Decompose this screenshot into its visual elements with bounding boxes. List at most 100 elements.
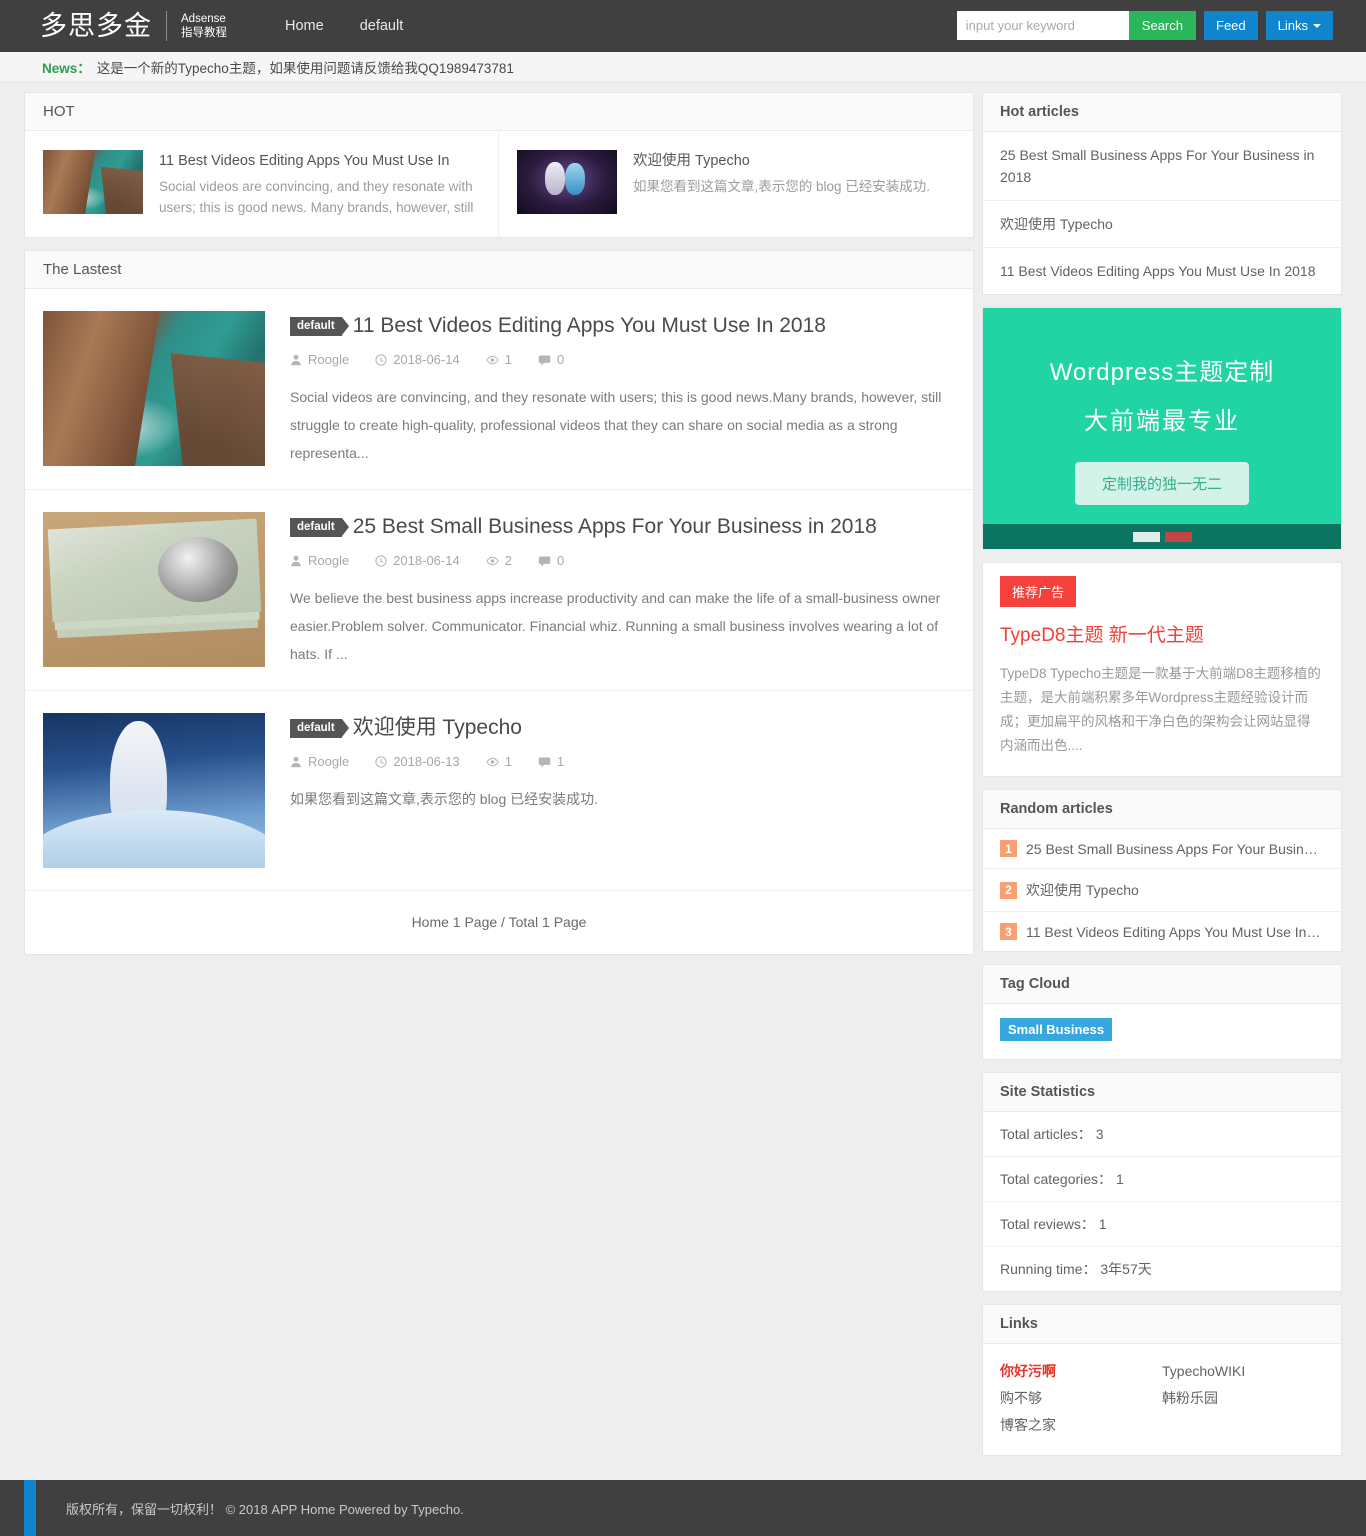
tag-cloud-body: Small Business: [983, 1004, 1341, 1059]
rank-number: 3: [1000, 923, 1017, 940]
feed-button[interactable]: Feed: [1204, 11, 1258, 40]
hot-article-link[interactable]: 25 Best Small Business Apps For Your Bus…: [983, 132, 1341, 201]
post-thumbnail[interactable]: [43, 512, 265, 667]
brand[interactable]: 多思多金 Adsense 指导教程: [40, 11, 227, 41]
search-button[interactable]: Search: [1128, 11, 1196, 40]
hot-item[interactable]: 欢迎使用 Typecho 如果您看到这篇文章,表示您的 blog 已经安装成功.: [499, 131, 973, 237]
stat-total-reviews: Total reviews： 1: [983, 1202, 1341, 1247]
search-input[interactable]: [956, 11, 1129, 40]
post-item[interactable]: default 25 Best Small Business Apps For …: [25, 490, 973, 691]
links-dropdown-button[interactable]: Links: [1265, 11, 1333, 40]
carousel-dot-1[interactable]: [1132, 531, 1160, 542]
hot-item-thumbnail[interactable]: [517, 150, 617, 214]
pagination[interactable]: Home 1 Page / Total 1 Page: [25, 891, 973, 954]
search-box: Search: [956, 11, 1196, 40]
friend-link[interactable]: 韩粉乐园: [1162, 1385, 1324, 1412]
comment-icon: [538, 556, 551, 566]
news-label: News：: [42, 60, 91, 76]
post-comments: 0: [538, 352, 564, 367]
links-body: 你好污啊 TypechoWIKI 购不够 韩粉乐园 博客之家: [983, 1344, 1341, 1455]
post-author-name: Roogle: [308, 352, 350, 367]
promo-banner[interactable]: Wordpress主题定制 大前端最专业 定制我的独一无二: [982, 307, 1342, 550]
footer-accent-bar: [24, 1480, 36, 1536]
random-articles-panel: Random articles 1 25 Best Small Business…: [982, 789, 1342, 952]
post-comments-count: 0: [556, 352, 565, 367]
post-body: default 11 Best Videos Editing Apps You …: [290, 311, 955, 467]
post-author: Roogle: [290, 553, 349, 568]
sidebar: Hot articles 25 Best Small Business Apps…: [982, 92, 1342, 1468]
post-title[interactable]: 25 Best Small Business Apps For Your Bus…: [353, 514, 877, 540]
promo-banner-cta-button[interactable]: 定制我的独一无二: [1074, 462, 1249, 505]
post-views: 1: [486, 352, 512, 367]
hot-item-desc: Social videos are convincing, and they r…: [159, 179, 474, 215]
eye-icon: [486, 556, 499, 565]
post-excerpt: 如果您看到这篇文章,表示您的 blog 已经安装成功.: [290, 791, 599, 807]
hot-items: 11 Best Videos Editing Apps You Must Use…: [25, 131, 973, 237]
post-date-value: 2018-06-14: [393, 553, 460, 568]
rank-number: 1: [1000, 840, 1017, 857]
nav-item-default[interactable]: default: [342, 0, 422, 52]
post-item[interactable]: default 11 Best Videos Editing Apps You …: [25, 289, 973, 490]
header-actions: Search Feed Links: [956, 11, 1333, 40]
post-meta: Roogle 2018-06-13 1 1: [290, 754, 955, 769]
post-meta: Roogle 2018-06-14 1 0: [290, 352, 955, 367]
news-bar: News： 这是一个新的Typecho主题，如果使用问题请反馈给我QQ19894…: [0, 52, 1366, 82]
feed-button-label: Feed: [1216, 18, 1246, 33]
nav-item-home[interactable]: Home: [267, 0, 342, 52]
hot-panel-title: HOT: [25, 93, 973, 131]
random-article-link[interactable]: 2 欢迎使用 Typecho: [983, 869, 1341, 912]
post-category-badge[interactable]: default: [290, 718, 349, 738]
main-column: HOT 11 Best Videos Editing Apps You Must…: [24, 92, 974, 967]
hot-item-desc: 如果您看到这篇文章,表示您的 blog 已经安装成功.: [633, 179, 931, 194]
post-title[interactable]: 欢迎使用 Typecho: [353, 715, 522, 741]
eye-icon: [486, 355, 499, 364]
hot-item-thumbnail[interactable]: [43, 150, 143, 214]
links-button-label: Links: [1277, 18, 1308, 33]
hot-article-link[interactable]: 11 Best Videos Editing Apps You Must Use…: [983, 248, 1341, 294]
ad-title[interactable]: TypeD8主题 新一代主题: [983, 607, 1341, 649]
post-category-badge[interactable]: default: [290, 517, 349, 537]
tag-cloud-title: Tag Cloud: [983, 965, 1341, 1004]
anime-girl-photo: [43, 713, 265, 868]
stat-total-articles: Total articles： 3: [983, 1112, 1341, 1157]
post-date-value: 2018-06-14: [393, 352, 460, 367]
latest-panel-title: The Lastest: [25, 251, 973, 289]
tag-cloud-panel: Tag Cloud Small Business: [982, 964, 1342, 1060]
post-excerpt: We believe the best business apps increa…: [290, 590, 941, 662]
rank-number: 2: [1000, 881, 1017, 899]
ad-panel[interactable]: 推荐广告 TypeD8主题 新一代主题 TypeD8 Typecho主题是一款基…: [982, 562, 1342, 777]
site-statistics-title: Site Statistics: [983, 1073, 1341, 1112]
hot-item-title[interactable]: 11 Best Videos Editing Apps You Must Use…: [159, 151, 482, 171]
anime-square-photo: [517, 150, 617, 214]
post-thumbnail[interactable]: [43, 311, 265, 466]
promo-banner-line1: Wordpress主题定制: [1049, 359, 1275, 386]
post-views-count: 2: [504, 553, 512, 568]
friend-link[interactable]: 购不够: [1000, 1385, 1162, 1412]
random-article-link[interactable]: 3 11 Best Videos Editing Apps You Must U…: [983, 912, 1341, 951]
post-date: 2018-06-13: [375, 754, 460, 769]
promo-banner-line2: 大前端最专业: [1084, 408, 1240, 435]
eye-icon: [486, 757, 499, 766]
post-thumbnail[interactable]: [43, 713, 265, 868]
carousel-dot-2[interactable]: [1164, 531, 1192, 542]
tag-chip[interactable]: Small Business: [1000, 1018, 1113, 1041]
site-statistics-panel: Site Statistics Total articles： 3 Total …: [982, 1072, 1342, 1292]
hot-item-title[interactable]: 欢迎使用 Typecho: [633, 151, 930, 171]
post-category-badge[interactable]: default: [290, 316, 349, 336]
post-title[interactable]: 11 Best Videos Editing Apps You Must Use…: [353, 313, 826, 339]
post-body: default 欢迎使用 Typecho Roogle 2018-06-13 1…: [290, 713, 955, 868]
comment-icon: [538, 757, 551, 767]
page-container: HOT 11 Best Videos Editing Apps You Must…: [0, 82, 1366, 1468]
comment-icon: [538, 355, 551, 365]
hot-article-link[interactable]: 欢迎使用 Typecho: [983, 201, 1341, 248]
post-comments-count: 0: [556, 553, 565, 568]
post-date: 2018-06-14: [375, 352, 460, 367]
post-item[interactable]: default 欢迎使用 Typecho Roogle 2018-06-13 1…: [25, 691, 973, 891]
random-article-link[interactable]: 1 25 Best Small Business Apps For Your B…: [983, 829, 1341, 869]
links-title: Links: [983, 1305, 1341, 1344]
friend-link[interactable]: 博客之家: [1000, 1412, 1162, 1439]
post-date: 2018-06-14: [375, 553, 460, 568]
stat-running-time: Running time： 3年57天: [1000, 1261, 1152, 1277]
site-footer: 版权所有，保留一切权利！ © 2018 APP Home Powered by …: [0, 1480, 1366, 1536]
hot-item[interactable]: 11 Best Videos Editing Apps You Must Use…: [25, 131, 499, 237]
